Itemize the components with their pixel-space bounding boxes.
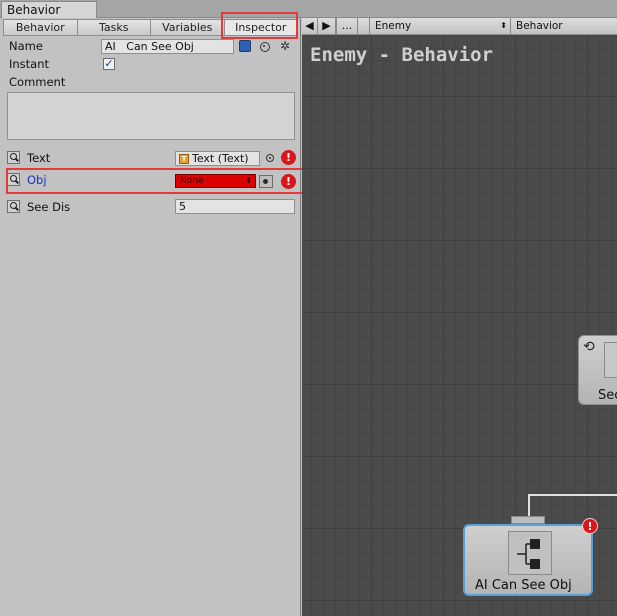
variable-label-text: Text (27, 151, 51, 165)
more-button[interactable]: ... (336, 18, 358, 35)
window-tabbar: Behavior Desig (0, 0, 617, 33)
object-dropdown[interactable]: Enemy ⬍ (369, 18, 511, 35)
comment-row: Comment (0, 73, 301, 91)
variable-row-text: Text Text (Text) T ! (0, 149, 301, 167)
variable-row-see-dis: See Dis 5 (0, 198, 301, 216)
gear-icon[interactable]: ✲ (278, 39, 292, 53)
dropdown-arrow-icon: ⬍ (500, 21, 507, 30)
comment-textarea[interactable] (7, 92, 295, 140)
search-icon[interactable] (7, 151, 20, 164)
forward-button[interactable]: ▶ (318, 18, 336, 35)
object-picker-icon[interactable] (266, 154, 274, 162)
error-icon: ! (281, 150, 296, 165)
object-picker-button[interactable] (259, 175, 273, 188)
variable-row-obj: Obj None ⬍ ! (0, 171, 301, 189)
node-input-port[interactable] (511, 516, 545, 524)
graph-toolbar: ◀ ▶ ... Enemy ⬍ Behavior (302, 18, 617, 35)
tab-tasks[interactable]: Tasks (77, 19, 151, 36)
instant-row: Instant ✓ (0, 55, 301, 73)
connection-line (528, 494, 617, 496)
behavior-dropdown-value: Behavior (516, 20, 563, 32)
sequence-icon (604, 342, 617, 378)
conditional-icon (508, 531, 552, 575)
conditional-node[interactable]: AI Can See Obj (463, 524, 593, 596)
sequence-node-label: Sec (598, 388, 617, 403)
comment-label: Comment (9, 75, 66, 89)
name-label: Name (9, 39, 43, 53)
graph-title: Enemy - Behavior (310, 44, 494, 66)
node-error-icon: ! (582, 518, 598, 534)
dropdown-arrow-icon: ⬍ (245, 176, 252, 185)
sequence-node[interactable]: ⟲ Sec (578, 335, 617, 405)
object-dropdown-value: Enemy (375, 20, 412, 32)
search-icon[interactable] (7, 173, 20, 186)
task-icon[interactable] (239, 40, 251, 52)
tab-inspector[interactable]: Inspector (224, 19, 298, 36)
inspector-panel: Behavior Tasks Variables Inspector Name … (0, 12, 318, 616)
help-icon[interactable] (260, 42, 270, 52)
see-dis-input[interactable]: 5 (175, 199, 295, 214)
window-tab-behavior-designer[interactable]: Behavior Desig (1, 1, 97, 33)
name-field[interactable]: AI Can See Obj (101, 39, 234, 54)
behavior-graph-canvas[interactable]: ◀ ▶ ... Enemy ⬍ Behavior Enemy - Behavio… (302, 18, 617, 616)
repeat-icon: ⟲ (583, 339, 595, 355)
error-icon: ! (281, 174, 296, 189)
text-component-icon: T (179, 154, 189, 164)
obj-dropdown-value: None (180, 176, 204, 186)
instant-label: Instant (9, 57, 50, 71)
search-icon[interactable] (7, 200, 20, 213)
name-row: Name AI Can See Obj ✲ (0, 37, 301, 55)
behavior-dropdown[interactable]: Behavior (511, 18, 617, 35)
instant-checkbox[interactable]: ✓ (103, 58, 115, 70)
variable-label-see-dis: See Dis (27, 200, 71, 214)
obj-dropdown[interactable]: None ⬍ (175, 174, 256, 188)
tab-behavior[interactable]: Behavior (3, 19, 78, 36)
panel-tabs: Behavior Tasks Variables Inspector (3, 19, 298, 36)
connection-line (528, 494, 530, 518)
variable-label-obj: Obj (27, 173, 47, 187)
tab-variables[interactable]: Variables (151, 19, 225, 36)
conditional-node-label: AI Can See Obj (475, 578, 572, 593)
back-button[interactable]: ◀ (302, 18, 318, 35)
